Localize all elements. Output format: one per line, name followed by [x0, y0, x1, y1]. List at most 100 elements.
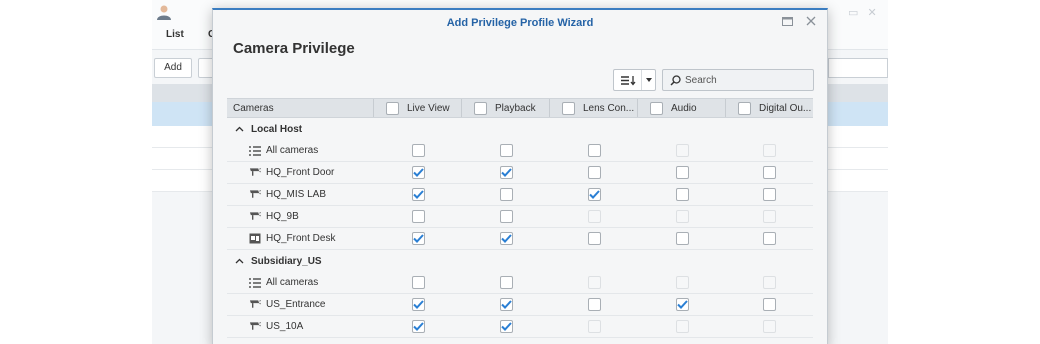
privilege-checkbox[interactable]: [587, 232, 601, 245]
privilege-cell: [726, 210, 813, 223]
privilege-checkbox[interactable]: [411, 298, 425, 311]
column-header-cameras[interactable]: Cameras: [227, 99, 374, 117]
privilege-cell: [374, 320, 462, 333]
box-camera-icon: [249, 233, 261, 245]
privilege-checkbox[interactable]: [499, 298, 513, 311]
privilege-cell: [374, 166, 462, 179]
camera-name-cell: HQ_Front Desk: [227, 233, 374, 245]
background-search-input[interactable]: [828, 58, 888, 78]
column-header-lens-con[interactable]: Lens Con...: [550, 99, 638, 117]
privilege-checkbox[interactable]: [411, 320, 425, 333]
chevron-up-icon[interactable]: [233, 123, 245, 135]
column-header-playback[interactable]: Playback: [462, 99, 550, 117]
privilege-checkbox: [675, 320, 689, 333]
maximize-icon[interactable]: [781, 15, 793, 27]
privilege-cell: [550, 320, 638, 333]
privilege-checkbox[interactable]: [763, 188, 776, 201]
privilege-cell: [550, 298, 638, 311]
privilege-checkbox[interactable]: [763, 298, 776, 311]
group-row[interactable]: Local Host: [227, 118, 813, 140]
group-row[interactable]: Subsidiary_US: [227, 250, 813, 272]
privilege-checkbox[interactable]: [587, 166, 601, 179]
privilege-checkbox[interactable]: [411, 210, 425, 223]
select-column-checkbox[interactable]: [474, 101, 487, 115]
privilege-checkbox[interactable]: [587, 188, 601, 201]
privilege-cell: [550, 232, 638, 245]
select-column-checkbox[interactable]: [562, 101, 575, 115]
privilege-cell: [638, 210, 726, 223]
close-icon[interactable]: [805, 15, 817, 27]
grid-body: Local Host All cameras HQ_Front Door HQ_MIS…: [227, 118, 813, 338]
privilege-cell: [462, 276, 550, 289]
privilege-checkbox[interactable]: [587, 298, 601, 311]
privilege-checkbox[interactable]: [499, 210, 513, 223]
privilege-checkbox[interactable]: [763, 166, 776, 179]
table-row[interactable]: HQ_9B: [227, 206, 813, 228]
privilege-checkbox: [587, 210, 601, 223]
privilege-cell: [462, 188, 550, 201]
privilege-checkbox[interactable]: [675, 166, 689, 179]
privilege-cell: [726, 276, 813, 289]
privilege-checkbox: [675, 144, 689, 157]
search-field[interactable]: [662, 69, 814, 91]
select-column-checkbox[interactable]: [738, 101, 751, 115]
avatar[interactable]: [156, 4, 172, 20]
privilege-checkbox[interactable]: [499, 166, 513, 179]
table-row[interactable]: US_10A: [227, 316, 813, 338]
column-header-live-view[interactable]: Live View: [374, 99, 462, 117]
select-column-checkbox[interactable]: [386, 101, 399, 115]
column-header-label: Cameras: [233, 102, 274, 114]
privilege-checkbox[interactable]: [499, 320, 513, 333]
privilege-cell: [726, 298, 813, 311]
privilege-cell: [638, 188, 726, 201]
privilege-cell: [726, 144, 813, 157]
table-row[interactable]: All cameras: [227, 272, 813, 294]
camera-name: HQ_MIS LAB: [266, 189, 327, 200]
camera-name-cell: HQ_MIS LAB: [227, 189, 374, 201]
privilege-cell: [550, 166, 638, 179]
privilege-checkbox[interactable]: [499, 276, 513, 289]
privilege-cell: [550, 144, 638, 157]
tab-list[interactable]: List: [166, 29, 184, 40]
privilege-checkbox[interactable]: [411, 166, 425, 179]
camera-name: HQ_Front Door: [266, 167, 335, 178]
table-row[interactable]: All cameras: [227, 140, 813, 162]
camera-name-cell: US_Entrance: [227, 299, 374, 311]
column-header-digital-ou[interactable]: Digital Ou...: [726, 99, 813, 117]
camera-privilege-grid: Cameras Live View Playback Lens Con... Audio…: [227, 98, 813, 338]
camera-name: US_Entrance: [266, 299, 326, 310]
select-column-checkbox[interactable]: [650, 101, 663, 115]
search-input[interactable]: [685, 74, 805, 86]
privilege-checkbox[interactable]: [499, 144, 513, 157]
privilege-checkbox[interactable]: [763, 232, 776, 245]
privilege-checkbox[interactable]: [411, 188, 425, 201]
privilege-checkbox[interactable]: [499, 232, 513, 245]
privilege-cell: [462, 210, 550, 223]
camera-name-cell: HQ_Front Door: [227, 167, 374, 179]
privilege-cell: [550, 188, 638, 201]
privilege-checkbox[interactable]: [587, 144, 601, 157]
add-button[interactable]: Add: [154, 58, 192, 78]
privilege-cell: [550, 210, 638, 223]
privilege-cell: [726, 232, 813, 245]
privilege-checkbox[interactable]: [675, 298, 689, 311]
privilege-checkbox[interactable]: [411, 276, 425, 289]
column-header-label: Audio: [671, 102, 697, 114]
table-row[interactable]: HQ_Front Desk: [227, 228, 813, 250]
privilege-checkbox[interactable]: [675, 232, 689, 245]
table-row[interactable]: US_Entrance: [227, 294, 813, 316]
privilege-profile-wizard-dialog: Add Privilege Profile Wizard Camera Priv…: [212, 8, 828, 344]
chevron-up-icon[interactable]: [233, 255, 245, 267]
privilege-checkbox[interactable]: [675, 188, 689, 201]
sort-button[interactable]: [613, 69, 656, 91]
privilege-cell: [638, 232, 726, 245]
column-header-audio[interactable]: Audio: [638, 99, 726, 117]
privilege-cell: [638, 144, 726, 157]
column-header-label: Lens Con...: [583, 102, 635, 114]
table-row[interactable]: HQ_MIS LAB: [227, 184, 813, 206]
privilege-checkbox[interactable]: [411, 232, 425, 245]
list-icon: [249, 277, 261, 289]
privilege-checkbox[interactable]: [499, 188, 513, 201]
privilege-checkbox[interactable]: [411, 144, 425, 157]
table-row[interactable]: HQ_Front Door: [227, 162, 813, 184]
